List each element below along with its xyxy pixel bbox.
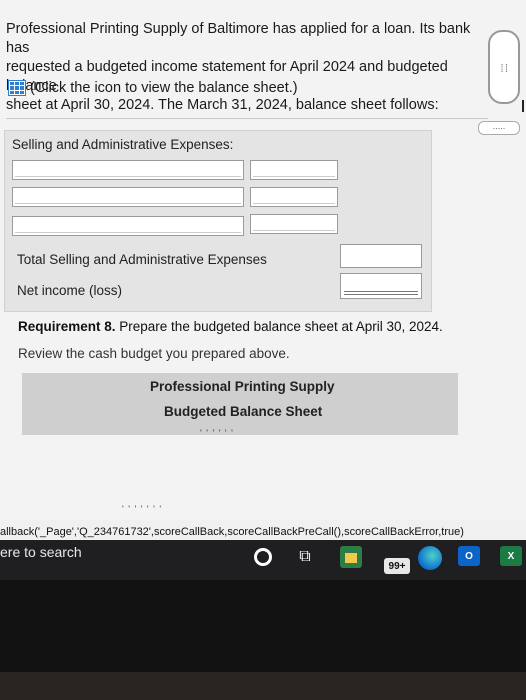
intro-line-1: Professional Printing Supply of Baltimor… [6, 21, 471, 56]
expense-amount-input-1[interactable] [250, 160, 338, 180]
intro-line-3: sheet at April 30, 2024. The March 31, 2… [6, 97, 439, 113]
edge-icon[interactable] [418, 546, 442, 570]
desk-surface [0, 672, 526, 700]
expense-label-input-1[interactable] [12, 160, 244, 180]
store-icon[interactable] [340, 546, 362, 568]
cortana-icon[interactable] [254, 548, 272, 566]
outlook-icon[interactable]: O [458, 546, 480, 566]
scroll-handle[interactable]: ::::: [488, 30, 520, 104]
total-expenses-input[interactable] [340, 244, 422, 268]
notification-badge[interactable]: 99+ [384, 558, 410, 574]
task-view-icon[interactable]: ⧉ [296, 546, 314, 568]
balance-sheet-link-text[interactable]: (Click the icon to view the balance shee… [30, 80, 298, 96]
total-expenses-label: Total Selling and Administrative Expense… [17, 252, 267, 267]
balance-sheet-company: Professional Printing Supply [150, 379, 335, 394]
taskbar-search[interactable]: ere to search [0, 544, 82, 560]
expand-button[interactable]: ..... [478, 121, 520, 135]
spreadsheet-icon[interactable] [8, 80, 26, 96]
expense-label-input-3[interactable] [12, 216, 244, 236]
expense-label-input-2[interactable] [12, 187, 244, 207]
balance-sheet-link[interactable]: (Click the icon to view the balance shee… [8, 80, 298, 96]
section-title: Selling and Administrative Expenses: [12, 137, 234, 152]
divider [6, 118, 488, 119]
balance-sheet-date-partial: ' ' ' ' ' ' [200, 428, 234, 438]
net-income-label: Net income (loss) [17, 283, 123, 298]
requirement-text: Requirement 8. Prepare the budgeted bala… [18, 319, 443, 334]
expense-amount-input-3[interactable] [250, 214, 338, 234]
review-text: Review the cash budget you prepared abov… [18, 346, 290, 361]
balance-sheet-title: Budgeted Balance Sheet [164, 404, 323, 419]
problem-intro: Professional Printing Supply of Baltimor… [6, 20, 486, 115]
clipped-text: ' ' ' ' ' ' ' [122, 504, 163, 514]
expense-amount-input-2[interactable] [250, 187, 338, 207]
browser-content: Professional Printing Supply of Baltimor… [0, 0, 526, 520]
excel-icon[interactable]: X [500, 546, 522, 566]
text-cursor-icon [522, 100, 524, 112]
net-income-input[interactable] [340, 273, 422, 299]
